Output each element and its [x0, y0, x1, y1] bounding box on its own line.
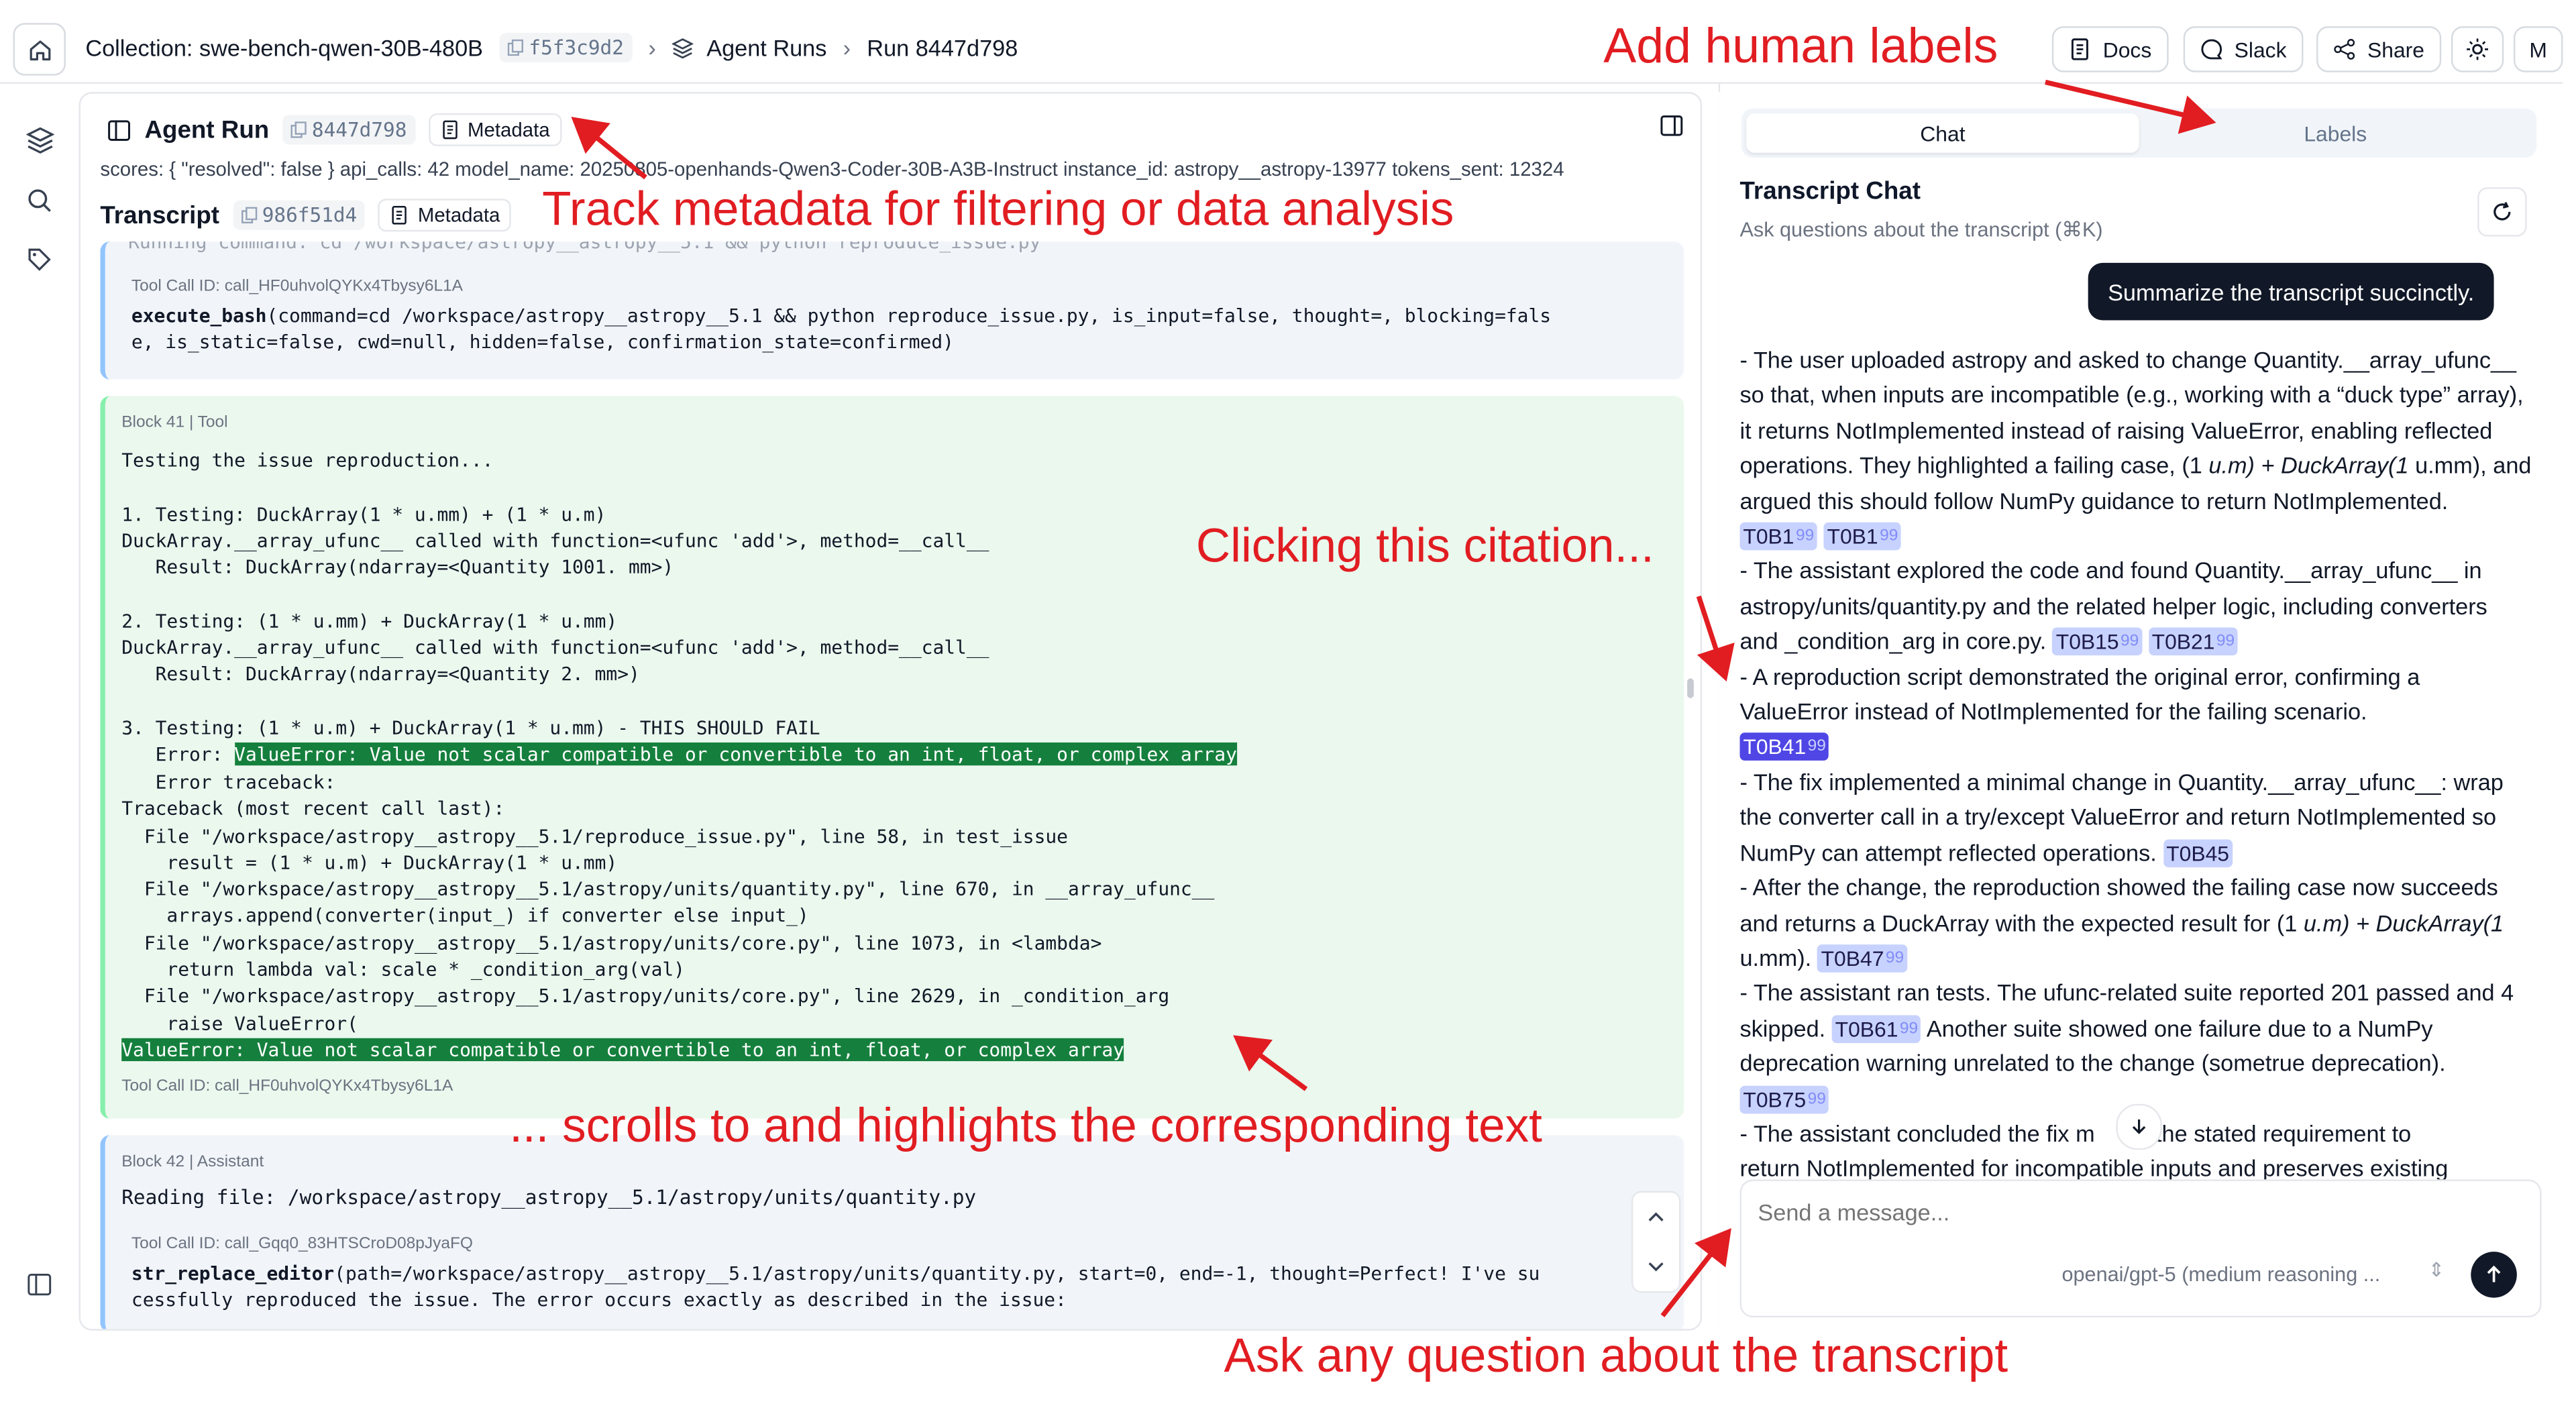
annotation-arrows — [571, 79, 2216, 1317]
arrow-to-metadata-button — [571, 117, 647, 180]
arrow-to-input — [1660, 1227, 1731, 1317]
arrow-to-citation — [1696, 595, 1735, 681]
arrow-to-highlight — [1233, 1035, 1308, 1091]
arrow-to-labels-tab — [2045, 79, 2216, 134]
